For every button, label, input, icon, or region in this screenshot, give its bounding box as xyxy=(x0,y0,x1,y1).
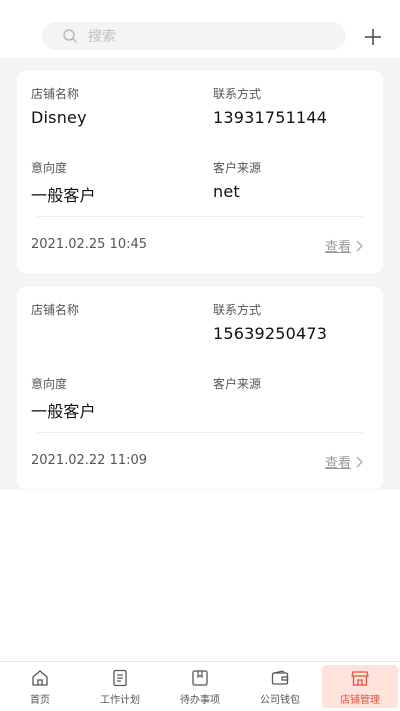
nav-store-label: 店铺管理 xyxy=(340,694,380,706)
intent-field: 意向度 一般客户 xyxy=(31,159,96,206)
shop-name-value: Disney xyxy=(31,108,87,127)
contact-value: 13931751144 xyxy=(213,108,328,127)
chevron-right-icon xyxy=(355,240,363,252)
nav-plan[interactable]: 工作计划 xyxy=(80,662,160,711)
intent-field: 意向度 一般客户 xyxy=(31,375,96,422)
nav-home-label: 首页 xyxy=(30,694,50,706)
wallet-icon xyxy=(271,669,289,685)
view-link-label: 查看 xyxy=(324,240,351,255)
store-icon xyxy=(351,670,369,686)
nav-plan-label: 工作计划 xyxy=(100,694,140,706)
view-link-label: 查看 xyxy=(324,456,351,471)
top-bar: 搜索 xyxy=(0,0,400,58)
nav-wallet-label: 公司钱包 xyxy=(260,694,300,706)
card-divider xyxy=(37,216,363,217)
intent-label: 意向度 xyxy=(31,377,68,391)
intent-value: 一般客户 xyxy=(31,186,96,205)
plus-icon xyxy=(365,29,381,45)
contact-label: 联系方式 xyxy=(213,303,262,317)
card-divider xyxy=(37,432,363,433)
shop-name-label: 店铺名称 xyxy=(31,303,80,317)
search-icon xyxy=(62,28,78,44)
contact-value: 15639250473 xyxy=(213,324,328,343)
shop-name-field: 店铺名称 Disney xyxy=(31,85,87,127)
add-button[interactable] xyxy=(362,26,384,48)
source-value: net xyxy=(213,182,240,201)
intent-label: 意向度 xyxy=(31,161,68,175)
customer-card: 店铺名称 Disney 联系方式 13931751144 意向度 一般客户 客户… xyxy=(17,71,383,273)
nav-wallet[interactable]: 公司钱包 xyxy=(240,662,320,711)
nav-todo[interactable]: 待办事项 xyxy=(160,662,240,711)
contact-field: 联系方式 15639250473 xyxy=(213,301,327,343)
contact-field: 联系方式 13931751144 xyxy=(213,85,327,127)
nav-store[interactable]: 店铺管理 xyxy=(320,662,400,711)
home-icon xyxy=(32,669,48,686)
card-date: 2021.02.22 11:09 xyxy=(31,453,148,468)
source-label: 客户来源 xyxy=(213,161,262,175)
contact-label: 联系方式 xyxy=(213,87,262,101)
source-field: 客户来源 net xyxy=(213,159,261,201)
app-root: 搜索 店铺名称 Disney 联系方式 13931751144 意向度 一般客户 xyxy=(0,0,400,711)
view-link[interactable]: 查看 xyxy=(325,452,363,471)
todo-icon xyxy=(192,669,208,686)
source-field: 客户来源 xyxy=(213,375,261,398)
intent-value: 一般客户 xyxy=(31,402,96,421)
bottom-nav: 首页 工作计划 待办事项 公司钱包 店铺管理 xyxy=(0,661,400,711)
customer-card: 店铺名称 联系方式 15639250473 意向度 一般客户 客户来源 2021… xyxy=(17,287,383,489)
plan-icon xyxy=(113,669,127,686)
chevron-right-icon xyxy=(355,456,363,468)
view-link[interactable]: 查看 xyxy=(325,236,363,255)
search-placeholder: 搜索 xyxy=(88,29,116,45)
card-date: 2021.02.25 10:45 xyxy=(31,237,148,252)
customer-list: 店铺名称 Disney 联系方式 13931751144 意向度 一般客户 客户… xyxy=(0,58,400,490)
nav-home[interactable]: 首页 xyxy=(0,662,80,711)
source-label: 客户来源 xyxy=(213,377,262,391)
nav-todo-label: 待办事项 xyxy=(180,694,220,706)
search-bar[interactable]: 搜索 xyxy=(42,22,346,50)
shop-name-field: 店铺名称 xyxy=(31,301,79,324)
shop-name-label: 店铺名称 xyxy=(31,87,80,101)
